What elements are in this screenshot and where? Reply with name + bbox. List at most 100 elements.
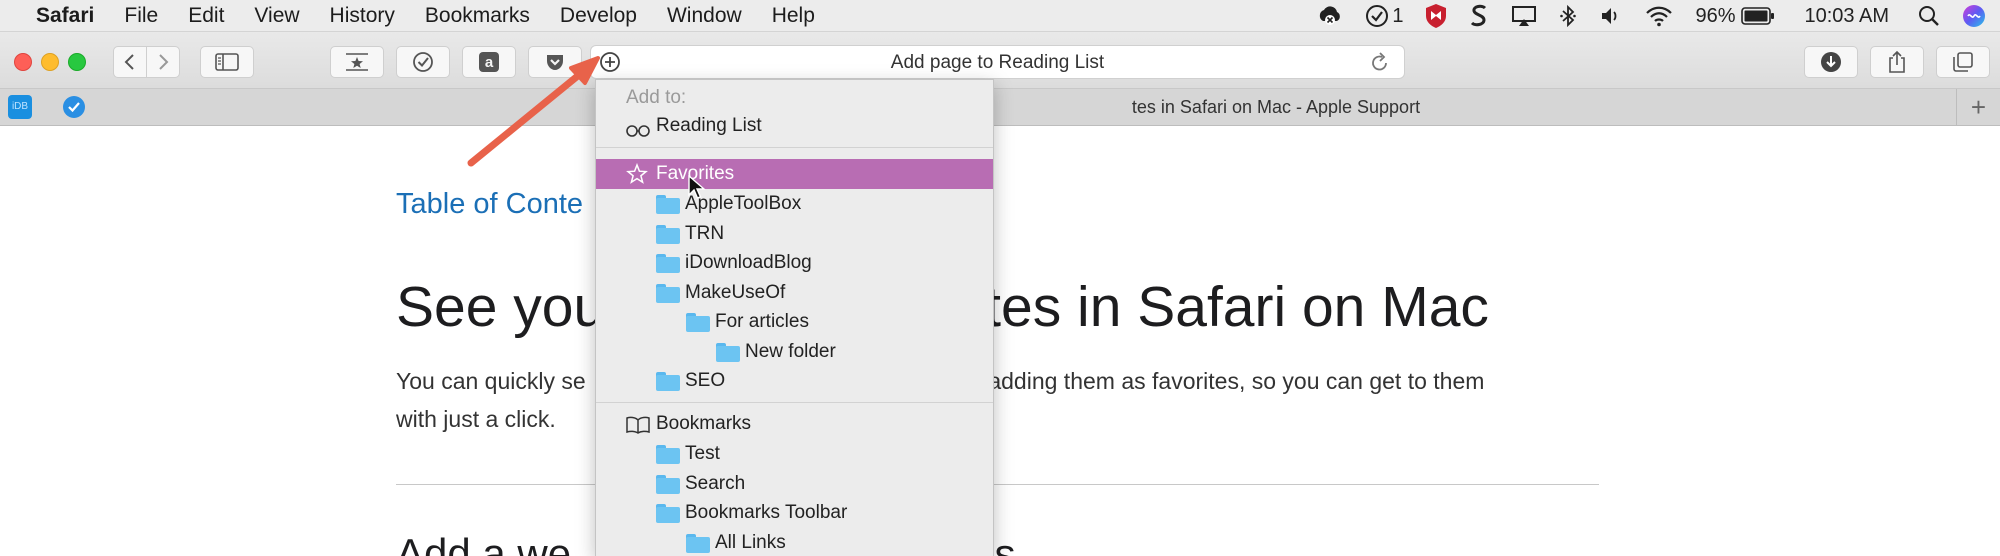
star-page-icon bbox=[346, 53, 368, 71]
spotlight-search-icon[interactable] bbox=[1918, 5, 1940, 27]
folder-label: For articles bbox=[715, 311, 809, 332]
tabs-icon bbox=[1953, 52, 1973, 72]
minimize-window-button[interactable] bbox=[41, 53, 59, 71]
amazon-extension-button[interactable]: a bbox=[462, 46, 516, 78]
folder-icon bbox=[686, 533, 710, 553]
folder-icon bbox=[656, 445, 680, 464]
add-to-dropdown-menu: Add to: Reading List Favorites AppleTool… bbox=[595, 79, 994, 556]
safari-toolbar: a Add page to Reading List bbox=[0, 32, 2000, 89]
folder-item[interactable]: All Links bbox=[596, 529, 993, 556]
address-bar[interactable]: Add page to Reading List bbox=[590, 45, 1405, 79]
back-button[interactable] bbox=[113, 46, 147, 78]
reading-list-icon bbox=[626, 119, 650, 147]
folder-item[interactable]: For articles bbox=[596, 308, 993, 336]
battery-status[interactable]: 96% bbox=[1695, 5, 1775, 28]
reminders-count: 1 bbox=[1392, 4, 1404, 27]
downloads-button[interactable] bbox=[1804, 46, 1858, 78]
siri-icon[interactable] bbox=[1962, 4, 1986, 28]
para-line2: with just a click. bbox=[396, 406, 556, 432]
folder-item[interactable]: New folder bbox=[596, 338, 993, 366]
bookmarks-label: Bookmarks bbox=[656, 413, 752, 434]
checkmark-extension-button[interactable] bbox=[396, 46, 450, 78]
sidebar-icon bbox=[215, 53, 239, 71]
para-line1-right: by adding them as favorites, so you can … bbox=[957, 368, 1485, 394]
menu-help[interactable]: Help bbox=[757, 0, 830, 32]
menu-window[interactable]: Window bbox=[652, 0, 757, 32]
dropdown-header: Add to: bbox=[596, 84, 993, 112]
pocket-extension-button[interactable] bbox=[528, 46, 582, 78]
folder-label: Search bbox=[685, 472, 746, 494]
folder-label: iDownloadBlog bbox=[685, 252, 812, 273]
folder-icon bbox=[656, 224, 680, 244]
folder-item[interactable]: Search bbox=[596, 470, 993, 498]
dropdown-separator bbox=[596, 402, 993, 403]
amazon-icon: a bbox=[479, 52, 499, 72]
pinned-tab-checkmark[interactable] bbox=[62, 95, 86, 119]
folder-label: MakeUseOf bbox=[685, 281, 786, 303]
menu-file[interactable]: File bbox=[109, 0, 173, 32]
para-line1-left: You can quickly se bbox=[396, 368, 586, 394]
favorites-bar-button[interactable] bbox=[330, 46, 384, 78]
web-page: Table of Conte See you tes in Safari on M… bbox=[0, 126, 2000, 556]
chevron-right-icon bbox=[159, 54, 169, 70]
book-icon bbox=[626, 415, 650, 443]
folder-icon bbox=[656, 372, 680, 391]
menu-safari[interactable]: Safari bbox=[18, 0, 109, 32]
menu-item-favorites[interactable]: Favorites bbox=[596, 159, 993, 189]
cloud-sync-icon[interactable] bbox=[1317, 5, 1343, 27]
page-heading-left: See you bbox=[396, 275, 606, 339]
menu-item-bookmarks[interactable]: Bookmarks bbox=[596, 410, 993, 438]
menu-edit[interactable]: Edit bbox=[173, 0, 239, 32]
folder-item[interactable]: TRN bbox=[596, 220, 993, 248]
clock[interactable]: 10:03 AM bbox=[1804, 5, 1889, 28]
folder-item[interactable]: iDownloadBlog bbox=[596, 249, 993, 277]
reading-list-label: Reading List bbox=[656, 115, 762, 136]
menu-develop[interactable]: Develop bbox=[545, 0, 652, 32]
pinned-tab-idb[interactable]: iDB bbox=[8, 95, 32, 119]
folder-icon bbox=[656, 504, 680, 523]
wifi-icon[interactable] bbox=[1645, 5, 1673, 27]
zoom-window-button[interactable] bbox=[68, 53, 86, 71]
new-tab-button[interactable]: + bbox=[1956, 89, 2000, 126]
menu-bookmarks[interactable]: Bookmarks bbox=[410, 0, 545, 32]
table-of-contents-link[interactable]: Table of Conte bbox=[396, 188, 583, 221]
folder-label: New folder bbox=[745, 340, 836, 362]
folder-icon bbox=[656, 254, 680, 273]
tab-bar: iDB tes in Safari on Mac - Apple Support… bbox=[0, 89, 2000, 126]
reminders-status[interactable]: 1 bbox=[1365, 4, 1403, 28]
menu-bar: Safari File Edit View History Bookmarks … bbox=[0, 0, 2000, 32]
folder-label: SEO bbox=[685, 370, 726, 391]
volume-icon[interactable] bbox=[1599, 5, 1623, 27]
folder-icon bbox=[656, 474, 680, 494]
folder-item[interactable]: AppleToolBox bbox=[596, 190, 993, 218]
folder-label: All Links bbox=[715, 531, 786, 553]
folder-item[interactable]: MakeUseOf bbox=[596, 279, 993, 307]
menu-history[interactable]: History bbox=[315, 0, 410, 32]
chevron-left-icon bbox=[124, 54, 134, 70]
menu-view[interactable]: View bbox=[239, 0, 314, 32]
reload-icon[interactable] bbox=[1370, 52, 1390, 79]
check-circle-icon bbox=[1366, 5, 1389, 27]
pocket-icon bbox=[547, 55, 563, 70]
download-icon bbox=[1821, 52, 1841, 72]
folder-label: TRN bbox=[685, 222, 725, 244]
apple-menu-icon[interactable] bbox=[0, 0, 18, 32]
bluetooth-icon[interactable] bbox=[1559, 4, 1577, 28]
mcafee-shield-icon[interactable] bbox=[1425, 3, 1447, 29]
dropdown-separator bbox=[596, 147, 993, 148]
forward-button[interactable] bbox=[146, 46, 180, 78]
folder-icon bbox=[656, 283, 680, 303]
sidebar-toggle-button[interactable] bbox=[200, 46, 254, 78]
s-app-icon[interactable] bbox=[1469, 4, 1489, 28]
check-circle-icon bbox=[413, 52, 433, 72]
folder-item[interactable]: SEO bbox=[596, 367, 993, 395]
airplay-icon[interactable] bbox=[1511, 5, 1537, 27]
menu-item-reading-list[interactable]: Reading List bbox=[596, 112, 993, 140]
tab-overview-button[interactable] bbox=[1936, 46, 1990, 78]
folder-item[interactable]: Test bbox=[596, 440, 993, 468]
folder-icon bbox=[716, 342, 740, 362]
share-button[interactable] bbox=[1870, 46, 1924, 78]
folder-item[interactable]: Bookmarks Toolbar bbox=[596, 499, 993, 527]
checkmark-badge-icon bbox=[63, 96, 85, 118]
close-window-button[interactable] bbox=[14, 53, 32, 71]
